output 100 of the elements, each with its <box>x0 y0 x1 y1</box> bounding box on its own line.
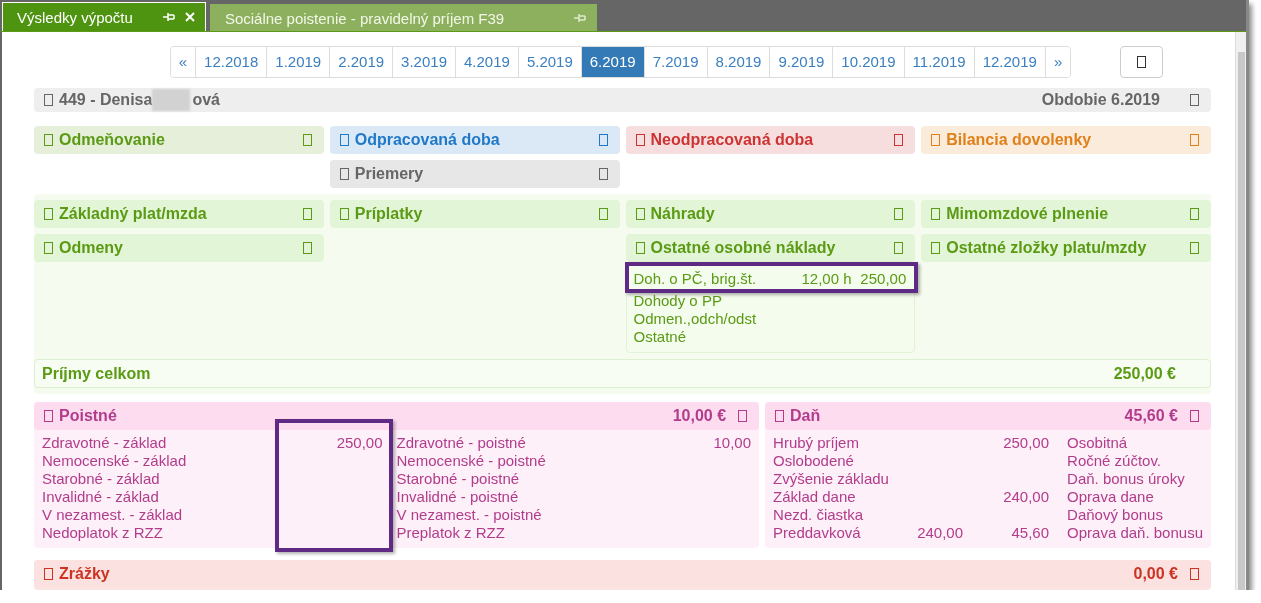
section-total: 10,00 € <box>672 407 727 425</box>
section-header[interactable]: Poistné 10,00 € <box>34 402 760 430</box>
item-label: Starobné - základ <box>42 470 161 488</box>
section-title: Neodpracovaná doba <box>650 131 814 149</box>
square-icon <box>44 568 53 580</box>
section-title: Základný plat/mzda <box>59 205 207 223</box>
blurred-patch <box>152 89 191 111</box>
section-title: Ostatné zložky platu/mzdy <box>946 239 1147 257</box>
item-value: 240,00 <box>1002 488 1050 506</box>
square-icon <box>339 134 349 146</box>
item-label: Nemocenské - základ <box>42 452 188 470</box>
pin-icon[interactable] <box>574 13 587 23</box>
section-header[interactable]: Základný plat/mzda <box>34 200 324 228</box>
item-label: Dohody o PP <box>633 292 723 310</box>
next-link[interactable]: » <box>1044 47 1071 77</box>
square-icon <box>598 134 608 146</box>
section-title: Poistné <box>59 407 117 425</box>
total-amount: 250,00 € <box>1113 364 1176 383</box>
item-hours: 12,00 h <box>800 270 852 288</box>
employee-name: 449 - Denisa <box>59 91 153 109</box>
tab[interactable]: Sociálne poistenie - pravidelný príjem F39 <box>209 4 598 31</box>
employee-name: ová <box>192 91 220 109</box>
square-icon <box>44 242 53 254</box>
icon-button[interactable] <box>1120 46 1163 78</box>
item-label: Osobitná <box>1066 434 1129 452</box>
square-icon <box>598 208 608 220</box>
item-label: Odmen.,odch/odst <box>633 310 758 328</box>
section-header[interactable]: Ostatné osobné náklady <box>625 234 916 262</box>
square-icon <box>302 208 312 220</box>
section-header[interactable]: Daň 45,60 € <box>765 402 1211 430</box>
square-icon <box>738 410 748 422</box>
item-label: Ostatné <box>633 328 688 346</box>
section-header[interactable]: Bilancia dovolenky <box>921 126 1211 154</box>
section-header[interactable]: Priemery <box>329 160 620 188</box>
item-label: Preplatok z RZZ <box>396 524 506 542</box>
section-title: Odmeny <box>59 239 123 257</box>
square-icon <box>598 168 608 180</box>
section-title: Náhrady <box>650 205 715 223</box>
square-icon <box>339 208 349 220</box>
section-title: Bilancia dovolenky <box>946 131 1092 149</box>
period-label: Obdobie 6.2019 <box>1041 91 1160 109</box>
item-value: 250,00 <box>1002 434 1050 452</box>
section-header[interactable]: Odpracovaná doba <box>329 126 620 154</box>
square-icon <box>44 410 53 422</box>
square-icon <box>1190 410 1199 422</box>
item-label: Oslobodené <box>773 452 855 470</box>
item-label: Daň. bonus úroky <box>1066 470 1186 488</box>
square-icon <box>1190 134 1199 146</box>
close-icon[interactable] <box>184 12 195 22</box>
square-icon <box>1190 208 1199 220</box>
square-icon <box>635 242 645 254</box>
square-icon <box>1190 94 1199 106</box>
item-value: 250,00 <box>335 434 383 452</box>
item-label: Oprava dane <box>1066 488 1155 506</box>
item-value: 10,00 <box>712 434 752 452</box>
item-label: Daňový bonus <box>1066 506 1164 524</box>
square-icon <box>44 94 53 106</box>
section-title: Odmeňovanie <box>59 131 165 149</box>
item-label: Nedoplatok z RZZ <box>42 524 164 542</box>
section-title: Daň <box>790 407 821 425</box>
item-label: Zdravotné - základ <box>42 434 168 452</box>
square-icon <box>44 134 53 146</box>
square-icon <box>931 208 941 220</box>
section-header[interactable]: Odmeny <box>34 234 324 262</box>
total-label: Príjmy celkom <box>42 364 151 383</box>
square-icon <box>635 208 645 220</box>
square-icon <box>44 208 53 220</box>
section-total: 0,00 € <box>1133 565 1178 583</box>
item-label: Preddavková <box>773 524 862 542</box>
square-icon <box>894 242 904 254</box>
section-header[interactable]: Neodpracovaná doba <box>625 126 916 154</box>
item-amount: 250,00 <box>859 270 907 288</box>
item-label: Nemocenské - poistné <box>396 452 547 470</box>
square-icon <box>1190 242 1199 254</box>
item-label: Starobné - poistné <box>396 470 521 488</box>
page-link[interactable]: 6.2019 <box>580 47 644 77</box>
section-title: Mimomzdové plnenie <box>946 205 1109 223</box>
section-header[interactable]: Odmeňovanie <box>34 126 324 154</box>
scrollbar[interactable] <box>1235 32 1246 590</box>
item-label: V nezamest. - poistné <box>396 506 543 524</box>
square-icon <box>1137 56 1146 68</box>
square-icon <box>894 208 904 220</box>
item-label: Zvýšenie základu <box>773 470 890 488</box>
item-label: Oprava daň. bonusu <box>1066 524 1203 542</box>
section-header[interactable]: Mimomzdové plnenie <box>921 200 1211 228</box>
section-header[interactable]: Príplatky <box>329 200 620 228</box>
tab[interactable]: Výsledky výpočtu <box>2 2 206 31</box>
item-base: 240,00 <box>916 524 964 542</box>
section-header[interactable]: Ostatné zložky platu/mzdy <box>921 234 1211 262</box>
item-label: Zdravotné - poistné <box>396 434 527 452</box>
item-label: Doh. o PČ, brig.št. <box>633 270 758 288</box>
square-icon <box>775 410 785 422</box>
item-value: 45,60 <box>1010 524 1050 542</box>
square-icon <box>302 134 312 146</box>
section-title: Zrážky <box>59 565 110 583</box>
section-header[interactable]: Náhrady <box>625 200 916 228</box>
square-icon <box>894 134 904 146</box>
section-title: Príplatky <box>354 205 423 223</box>
item-label: Základ dane <box>773 488 857 506</box>
square-icon <box>1190 568 1199 580</box>
